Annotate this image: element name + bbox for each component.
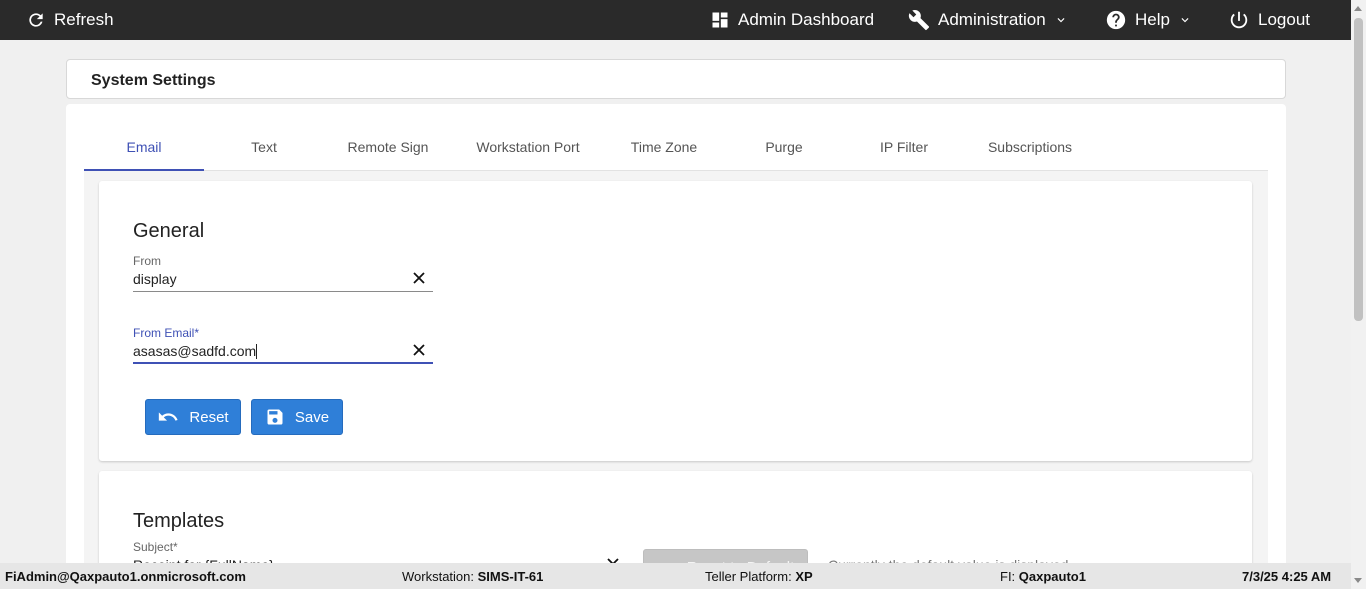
- from-field[interactable]: From display: [133, 254, 433, 292]
- text-caret: [256, 344, 258, 359]
- from-email-label: From Email*: [133, 326, 200, 340]
- scroll-up-arrow[interactable]: [1354, 6, 1362, 11]
- templates-title: Templates: [133, 510, 225, 532]
- close-icon[interactable]: [413, 344, 425, 356]
- reset-button[interactable]: Reset: [145, 399, 241, 435]
- save-icon: [267, 409, 283, 425]
- undo-icon: [159, 412, 179, 421]
- top-nav-bar: Refresh Admin Dashboard Administration H…: [0, 0, 1366, 40]
- tab-subscriptions[interactable]: Subscriptions: [964, 124, 1096, 170]
- power-icon: [1230, 11, 1248, 29]
- tab-ip-filter[interactable]: IP Filter: [844, 124, 964, 170]
- help-icon: [1106, 10, 1126, 30]
- tab-time-zone[interactable]: Time Zone: [604, 124, 724, 170]
- status-bar: FiAdmin@Qaxpauto1.onmicrosoft.com Workst…: [0, 563, 1351, 589]
- dashboard-icon: [712, 12, 728, 28]
- from-value: display: [133, 271, 177, 287]
- admin-dashboard-label: Admin Dashboard: [738, 10, 875, 29]
- settings-tabs: Email Text Remote Sign Workstation Port …: [84, 124, 1268, 171]
- status-fi: FI: Qaxpauto1: [1000, 569, 1086, 584]
- chevron-down-icon: [1181, 18, 1189, 23]
- refresh-label: Refresh: [54, 10, 114, 29]
- page-title: System Settings: [91, 72, 216, 89]
- status-datetime: 7/3/25 4:25 AM: [1242, 569, 1332, 584]
- tab-remote-sign[interactable]: Remote Sign: [324, 124, 452, 170]
- scroll-down-arrow[interactable]: [1354, 578, 1362, 583]
- admin-dashboard-link[interactable]: Admin Dashboard: [710, 0, 874, 40]
- logout-label: Logout: [1258, 10, 1310, 29]
- status-workstation: Workstation: SIMS-IT-61: [402, 569, 544, 584]
- close-icon[interactable]: [413, 272, 425, 284]
- status-user: FiAdmin@Qaxpauto1.onmicrosoft.com: [5, 569, 246, 584]
- tab-workstation-port[interactable]: Workstation Port: [452, 124, 604, 170]
- save-button[interactable]: Save: [251, 399, 343, 435]
- status-platform: Teller Platform: XP: [705, 569, 813, 584]
- from-email-field[interactable]: From Email* asasas@sadfd.com: [133, 326, 433, 364]
- from-label: From: [133, 254, 161, 268]
- help-menu[interactable]: Help: [1105, 0, 1192, 40]
- page-scrollbar[interactable]: [1351, 0, 1366, 589]
- wrench-icon: [908, 10, 930, 31]
- chevron-down-icon: [1057, 18, 1065, 23]
- subject-label: Subject*: [133, 540, 178, 554]
- general-card: General From display From Email* asasas@…: [99, 181, 1252, 461]
- administration-menu[interactable]: Administration: [908, 0, 1068, 40]
- logout-button[interactable]: Logout: [1228, 0, 1310, 40]
- refresh-icon: [29, 13, 43, 27]
- from-email-value: asasas@sadfd.com: [133, 343, 258, 359]
- administration-label: Administration: [938, 10, 1046, 29]
- save-label: Save: [294, 408, 330, 426]
- tab-purge[interactable]: Purge: [724, 124, 844, 170]
- tab-email[interactable]: Email: [84, 124, 204, 171]
- reset-label: Reset: [189, 408, 229, 426]
- scroll-thumb[interactable]: [1354, 18, 1363, 321]
- refresh-button[interactable]: Refresh: [26, 0, 114, 40]
- page-header: System Settings: [66, 59, 1286, 99]
- general-title: General: [133, 220, 205, 242]
- help-label: Help: [1135, 10, 1170, 29]
- tab-text[interactable]: Text: [204, 124, 324, 170]
